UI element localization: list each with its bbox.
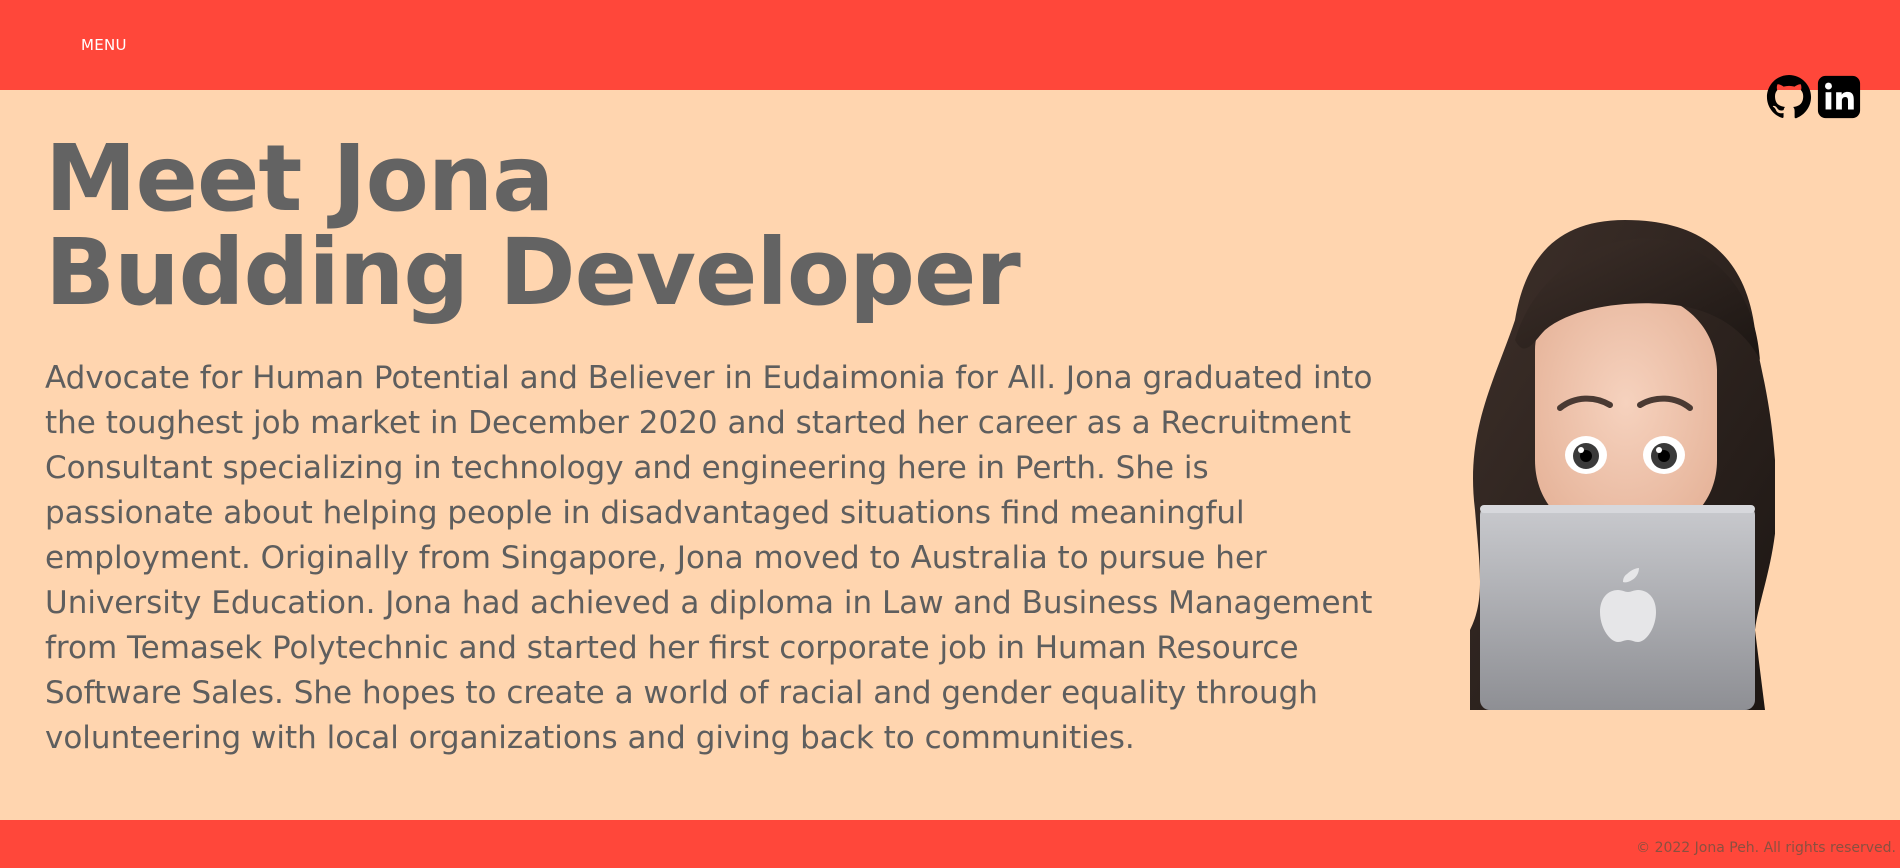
footer: © 2022 Jona Peh. All rights reserved. [0, 820, 1900, 868]
github-icon [1766, 74, 1812, 119]
github-link[interactable] [1766, 74, 1812, 120]
linkedin-link[interactable] [1816, 74, 1862, 120]
page-title: Meet Jona Budding Developer [45, 125, 1021, 326]
title-line-1: Meet Jona [45, 125, 554, 232]
top-navbar: MENU [0, 0, 1900, 90]
menu-button[interactable]: MENU [81, 36, 127, 54]
title-line-2: Budding Developer [45, 219, 1021, 326]
linkedin-icon [1817, 75, 1861, 119]
copyright-text: © 2022 Jona Peh. All rights reserved. [1636, 840, 1896, 856]
social-links [1766, 74, 1862, 120]
memoji-avatar [1470, 220, 1775, 710]
bio-paragraph: Advocate for Human Potential and Believe… [45, 360, 1373, 756]
